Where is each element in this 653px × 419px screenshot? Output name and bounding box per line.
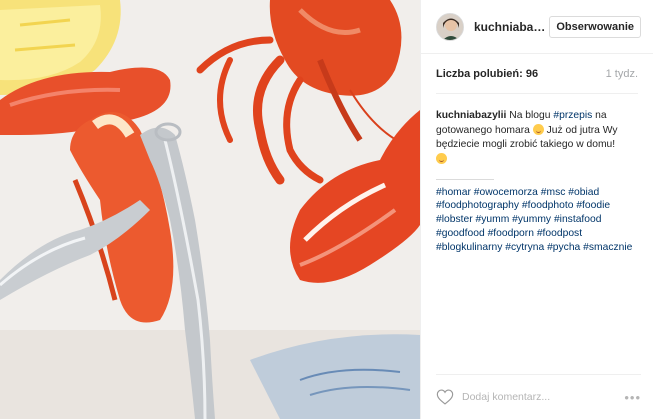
more-options-icon[interactable]: •••	[624, 390, 641, 405]
hashtag-link[interactable]: #instafood	[554, 214, 602, 225]
hashtag-link[interactable]: #cytryna	[505, 242, 544, 253]
caption-divider	[436, 178, 494, 180]
hashtag-link[interactable]: #foodporn	[488, 228, 534, 239]
hashtag-link[interactable]: #homar	[436, 187, 471, 198]
username[interactable]: kuchniabazy..	[474, 20, 549, 34]
hashtag-link[interactable]: #msc	[541, 187, 566, 198]
avatar-image	[437, 13, 463, 40]
hashtag-link[interactable]: #yumm	[476, 214, 510, 225]
hashtag-link[interactable]: #owocemorza	[474, 187, 538, 198]
hashtag-link[interactable]: #obiad	[568, 187, 599, 198]
post-header: kuchniabazy.. Obserwowanie	[421, 0, 653, 54]
post-photo[interactable]	[0, 0, 420, 419]
hashtag-list: #homar #owocemorza #msc #obiad #foodphot…	[436, 186, 638, 255]
comment-input[interactable]	[462, 391, 625, 403]
likes-count[interactable]: Liczba polubień: 96	[436, 68, 538, 80]
hashtag-link[interactable]: #smacznie	[583, 242, 632, 253]
caption-author[interactable]: kuchniabazylii	[436, 110, 506, 121]
hashtag-link[interactable]: #foodphoto	[522, 200, 574, 211]
hashtag-link[interactable]: #foodie	[576, 200, 610, 211]
likes-row: Liczba polubień: 96 1 tydz.	[436, 54, 638, 94]
following-button[interactable]: Obserwowanie	[549, 15, 641, 38]
caption: kuchniabazylii Na blogu #przepis na goto…	[421, 94, 653, 255]
hashtag-link[interactable]: #lobster	[436, 214, 473, 225]
hashtag-link[interactable]: #goodfood	[436, 228, 485, 239]
post-sidebar: kuchniabazy.. Obserwowanie Liczba polubi…	[420, 0, 653, 419]
smiling-face-icon	[532, 124, 544, 136]
heart-outline-icon[interactable]	[436, 389, 454, 405]
hashtag-link[interactable]: #foodpost	[537, 228, 582, 239]
caption-text: Na blogu	[509, 110, 551, 121]
hashtag-link[interactable]: #yummy	[512, 214, 551, 225]
face-savoring-food-icon	[436, 153, 447, 165]
avatar[interactable]	[436, 12, 464, 41]
comment-bar: •••	[436, 374, 641, 419]
hashtag-link[interactable]: #foodphotography	[436, 200, 519, 211]
caption-hashtag[interactable]: #przepis	[553, 110, 592, 121]
post-time[interactable]: 1 tydz.	[606, 68, 638, 80]
hashtag-link[interactable]: #blogkulinarny	[436, 242, 502, 253]
lobster-photo	[0, 0, 420, 419]
hashtag-link[interactable]: #pycha	[547, 242, 580, 253]
